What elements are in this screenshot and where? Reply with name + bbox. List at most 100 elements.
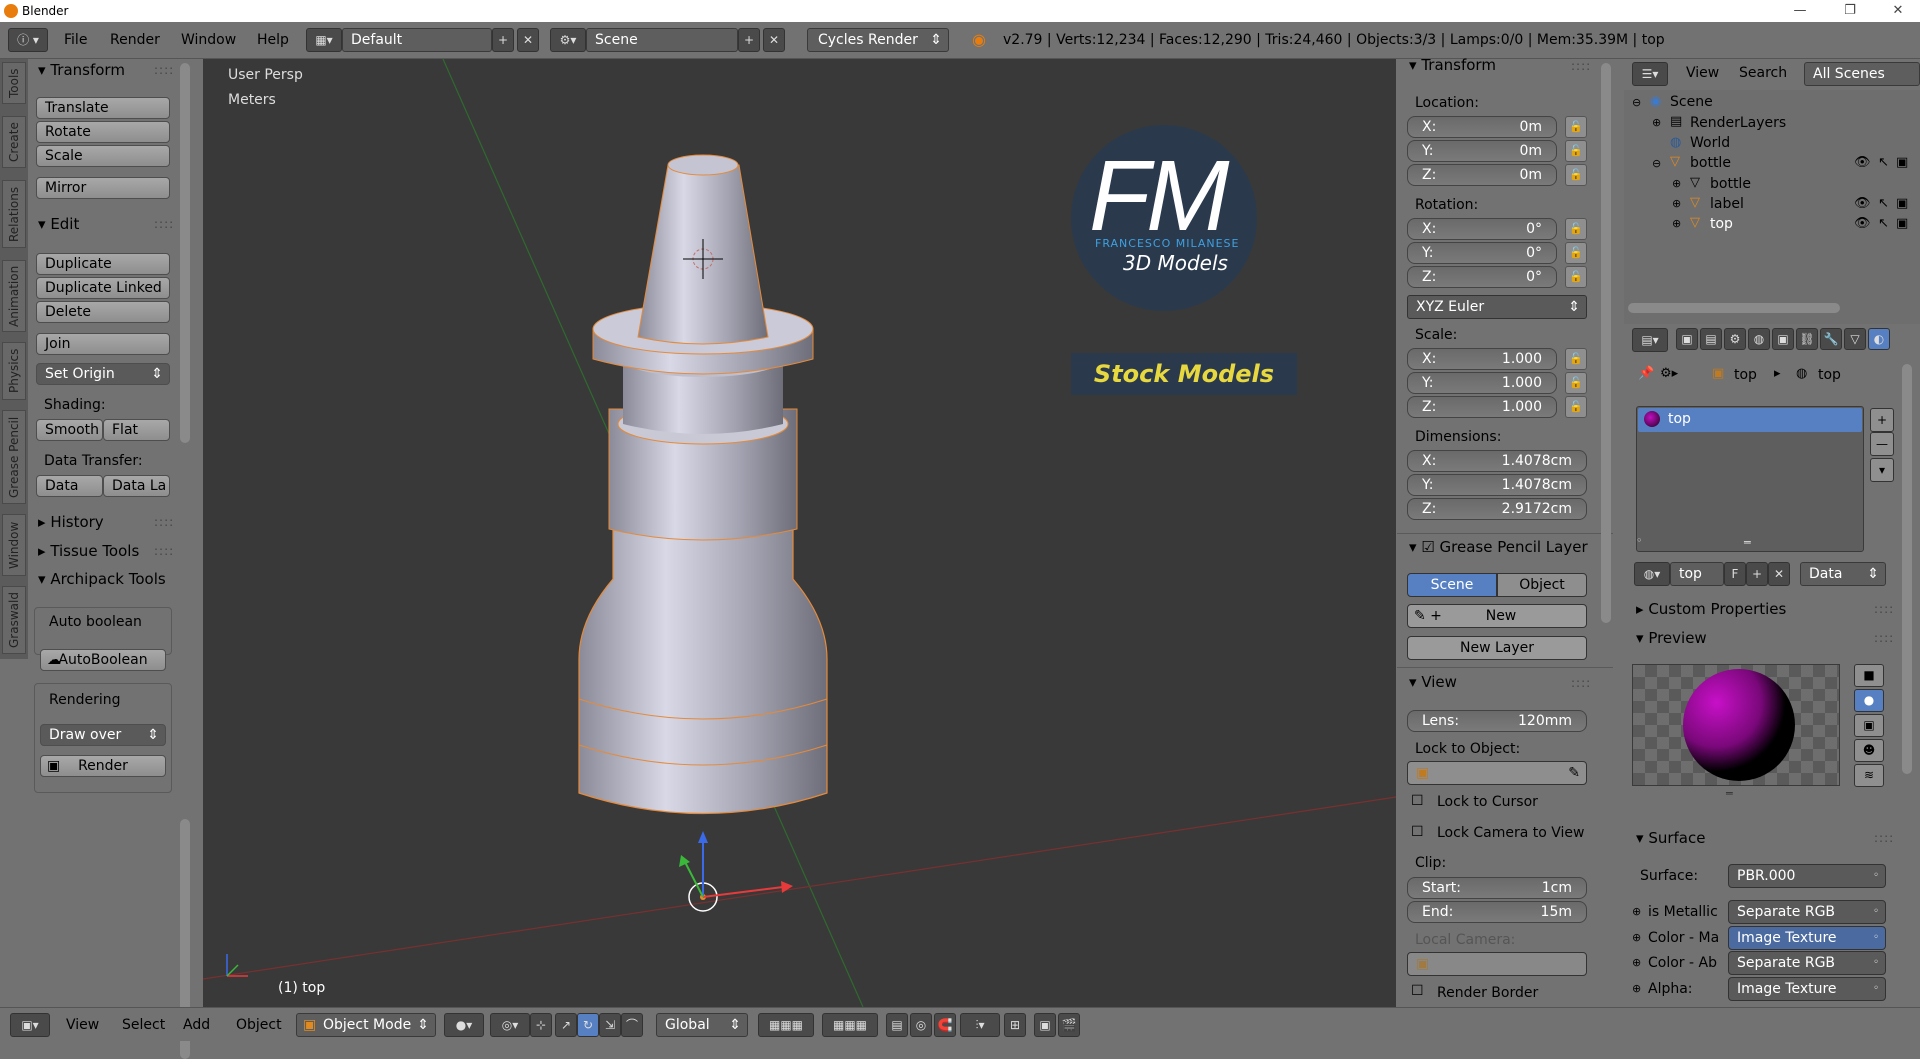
lock-icon[interactable]: 🔓: [1565, 116, 1587, 138]
preview-hair-icon[interactable]: ≋: [1854, 764, 1884, 787]
opengl-animation-icon[interactable]: 🎬: [1058, 1013, 1080, 1037]
visibility-eye-icon[interactable]: 👁: [1854, 196, 1871, 211]
tree-item-top[interactable]: top: [1710, 216, 1733, 232]
render-border-checkbox[interactable]: ☐: [1411, 983, 1424, 999]
material-slot-item[interactable]: top: [1638, 408, 1862, 432]
lock-cursor-checkbox[interactable]: ☐: [1411, 793, 1424, 809]
snap-toggle-icon[interactable]: 🧲: [934, 1013, 956, 1037]
panel-grip-icon[interactable]: ::::: [154, 63, 174, 77]
fake-user-button[interactable]: F: [1724, 562, 1746, 586]
orientation-select[interactable]: Global ⇕: [656, 1013, 748, 1037]
preview-monkey-icon[interactable]: ☻: [1854, 739, 1884, 762]
menu-render[interactable]: Render: [110, 32, 160, 48]
location-z-field[interactable]: Z: 0m: [1407, 164, 1557, 186]
tab-relations[interactable]: Relations: [2, 180, 26, 248]
collapse-icon[interactable]: ⊖: [1632, 96, 1641, 109]
socket-icon[interactable]: ⊕: [1632, 931, 1641, 944]
lock-icon[interactable]: 🔓: [1565, 266, 1587, 288]
duplicate-linked-button[interactable]: Duplicate Linked: [36, 277, 170, 299]
smooth-button[interactable]: Smooth: [36, 419, 103, 441]
history-panel-title[interactable]: ▸ History: [38, 513, 104, 531]
slot-specials-button[interactable]: ▾: [1870, 458, 1894, 482]
input-metallic-select[interactable]: Separate RGB ◦: [1728, 900, 1886, 924]
expand-icon[interactable]: ⊕: [1672, 177, 1681, 190]
expand-icon[interactable]: ⊕: [1652, 116, 1661, 129]
scale-y-field[interactable]: Y: 1.000: [1407, 372, 1557, 394]
snap-target-icon[interactable]: ⊞: [1004, 1013, 1026, 1037]
dimension-x-field[interactable]: X: 1.4078cm: [1407, 450, 1587, 472]
render-camera-icon[interactable]: ▣: [1896, 155, 1908, 170]
tree-item-bottle[interactable]: bottle: [1690, 155, 1731, 171]
constraints-tab-icon[interactable]: ⛓: [1796, 328, 1818, 350]
lock-icon[interactable]: 🔓: [1565, 372, 1587, 394]
clip-end-field[interactable]: End: 15m: [1407, 901, 1587, 923]
breadcrumb-material[interactable]: top: [1818, 367, 1841, 383]
expand-icon[interactable]: ⊕: [1672, 217, 1681, 230]
manip-extra-icon[interactable]: ⌒: [621, 1013, 643, 1037]
pivot-point-icon[interactable]: ◎▾: [490, 1013, 530, 1037]
draw-over-select[interactable]: Draw over ⇕: [40, 724, 166, 746]
menu-help[interactable]: Help: [257, 32, 289, 48]
layers-grid-2[interactable]: ▦▦▦: [822, 1013, 878, 1037]
scene-tab-icon[interactable]: ⚙: [1724, 328, 1746, 350]
lock-layers-icon[interactable]: ▤: [886, 1013, 908, 1037]
remove-layout-icon[interactable]: ✕: [517, 28, 539, 52]
grease-pencil-panel-title[interactable]: ▾ ☑ Grease Pencil Layer: [1409, 538, 1588, 556]
expand-icon[interactable]: ⊕: [1672, 197, 1681, 210]
collapse-icon[interactable]: ⊖: [1652, 157, 1661, 170]
tool-shelf-scrollbar[interactable]: [180, 63, 190, 443]
snap-element-icon[interactable]: ⫶▾: [960, 1013, 1000, 1037]
tab-animation[interactable]: Animation: [2, 260, 26, 332]
flat-button[interactable]: Flat: [103, 419, 170, 441]
opengl-render-icon[interactable]: ▣: [1034, 1013, 1056, 1037]
manipulator-toggle-icon[interactable]: ⊹: [530, 1013, 552, 1037]
transform-panel-title[interactable]: ▾ Transform: [1409, 56, 1496, 74]
rotation-z-field[interactable]: Z: 0°: [1407, 266, 1557, 288]
render-engine-select[interactable]: Cycles Render ⇕: [807, 28, 949, 52]
viewport-editor-icon[interactable]: ▣▾: [10, 1013, 50, 1037]
remove-scene-icon[interactable]: ✕: [763, 28, 785, 52]
viewport-menu-add[interactable]: Add: [183, 1017, 210, 1033]
rotation-mode-select[interactable]: XYZ Euler ⇕: [1407, 295, 1587, 319]
close-button[interactable]: ✕: [1878, 0, 1918, 22]
display-mode-select[interactable]: All Scenes: [1804, 62, 1920, 86]
mode-select[interactable]: ▣ Object Mode ⇕: [296, 1013, 436, 1037]
material-name-field[interactable]: top: [1670, 562, 1724, 586]
minimize-button[interactable]: —: [1780, 0, 1820, 22]
scene-icon[interactable]: ⚙▾: [550, 28, 586, 52]
render-camera-icon[interactable]: ▣: [1896, 196, 1908, 211]
scale-manip-icon[interactable]: ⇲: [599, 1013, 621, 1037]
join-button[interactable]: Join: [36, 333, 170, 355]
visibility-eye-icon[interactable]: 👁: [1854, 155, 1871, 170]
render-layers-tab-icon[interactable]: ▤: [1700, 328, 1722, 350]
dimension-z-field[interactable]: Z: 2.9172cm: [1407, 498, 1587, 520]
material-tab-icon[interactable]: ◐: [1868, 328, 1890, 350]
pin-icon[interactable]: 📌: [1638, 366, 1654, 381]
archipack-panel-title[interactable]: ▾ Archipack Tools: [38, 570, 166, 588]
clip-start-field[interactable]: Start: 1cm: [1407, 877, 1587, 899]
layout-field[interactable]: Default: [342, 28, 492, 52]
object-tab-icon[interactable]: ▣: [1772, 328, 1794, 350]
lock-object-field[interactable]: ▣ ✎: [1407, 761, 1587, 785]
input-alpha-select[interactable]: Image Texture ◦: [1728, 977, 1886, 1001]
gp-new-button[interactable]: ✎ + New: [1407, 604, 1587, 628]
viewport-menu-object[interactable]: Object: [236, 1017, 282, 1033]
location-x-field[interactable]: X: 0m: [1407, 116, 1557, 138]
gp-scene-toggle[interactable]: Scene: [1407, 573, 1497, 597]
panel-grip-icon[interactable]: ::::: [154, 217, 174, 231]
rotate-button[interactable]: Rotate: [36, 121, 170, 143]
preview-panel-title[interactable]: ▾ Preview: [1636, 629, 1707, 647]
selectable-cursor-icon[interactable]: ↖: [1878, 196, 1889, 211]
maximize-button[interactable]: ❐: [1830, 0, 1870, 22]
lock-icon[interactable]: 🔓: [1565, 140, 1587, 162]
transform-panel-title[interactable]: ▾ Transform: [38, 61, 125, 79]
custom-properties-panel-title[interactable]: ▸ Custom Properties: [1636, 600, 1786, 618]
panel-grip-icon[interactable]: ::::: [1874, 631, 1894, 645]
autoboolean-button[interactable]: ☁ AutoBoolean: [40, 649, 166, 671]
data-button[interactable]: Data: [36, 475, 103, 497]
selectable-cursor-icon[interactable]: ↖: [1878, 216, 1889, 231]
delete-button[interactable]: Delete: [36, 301, 170, 323]
tab-tools[interactable]: Tools: [2, 62, 26, 104]
socket-icon[interactable]: ⊕: [1632, 905, 1641, 918]
preview-cube-icon[interactable]: ▣: [1854, 714, 1884, 737]
